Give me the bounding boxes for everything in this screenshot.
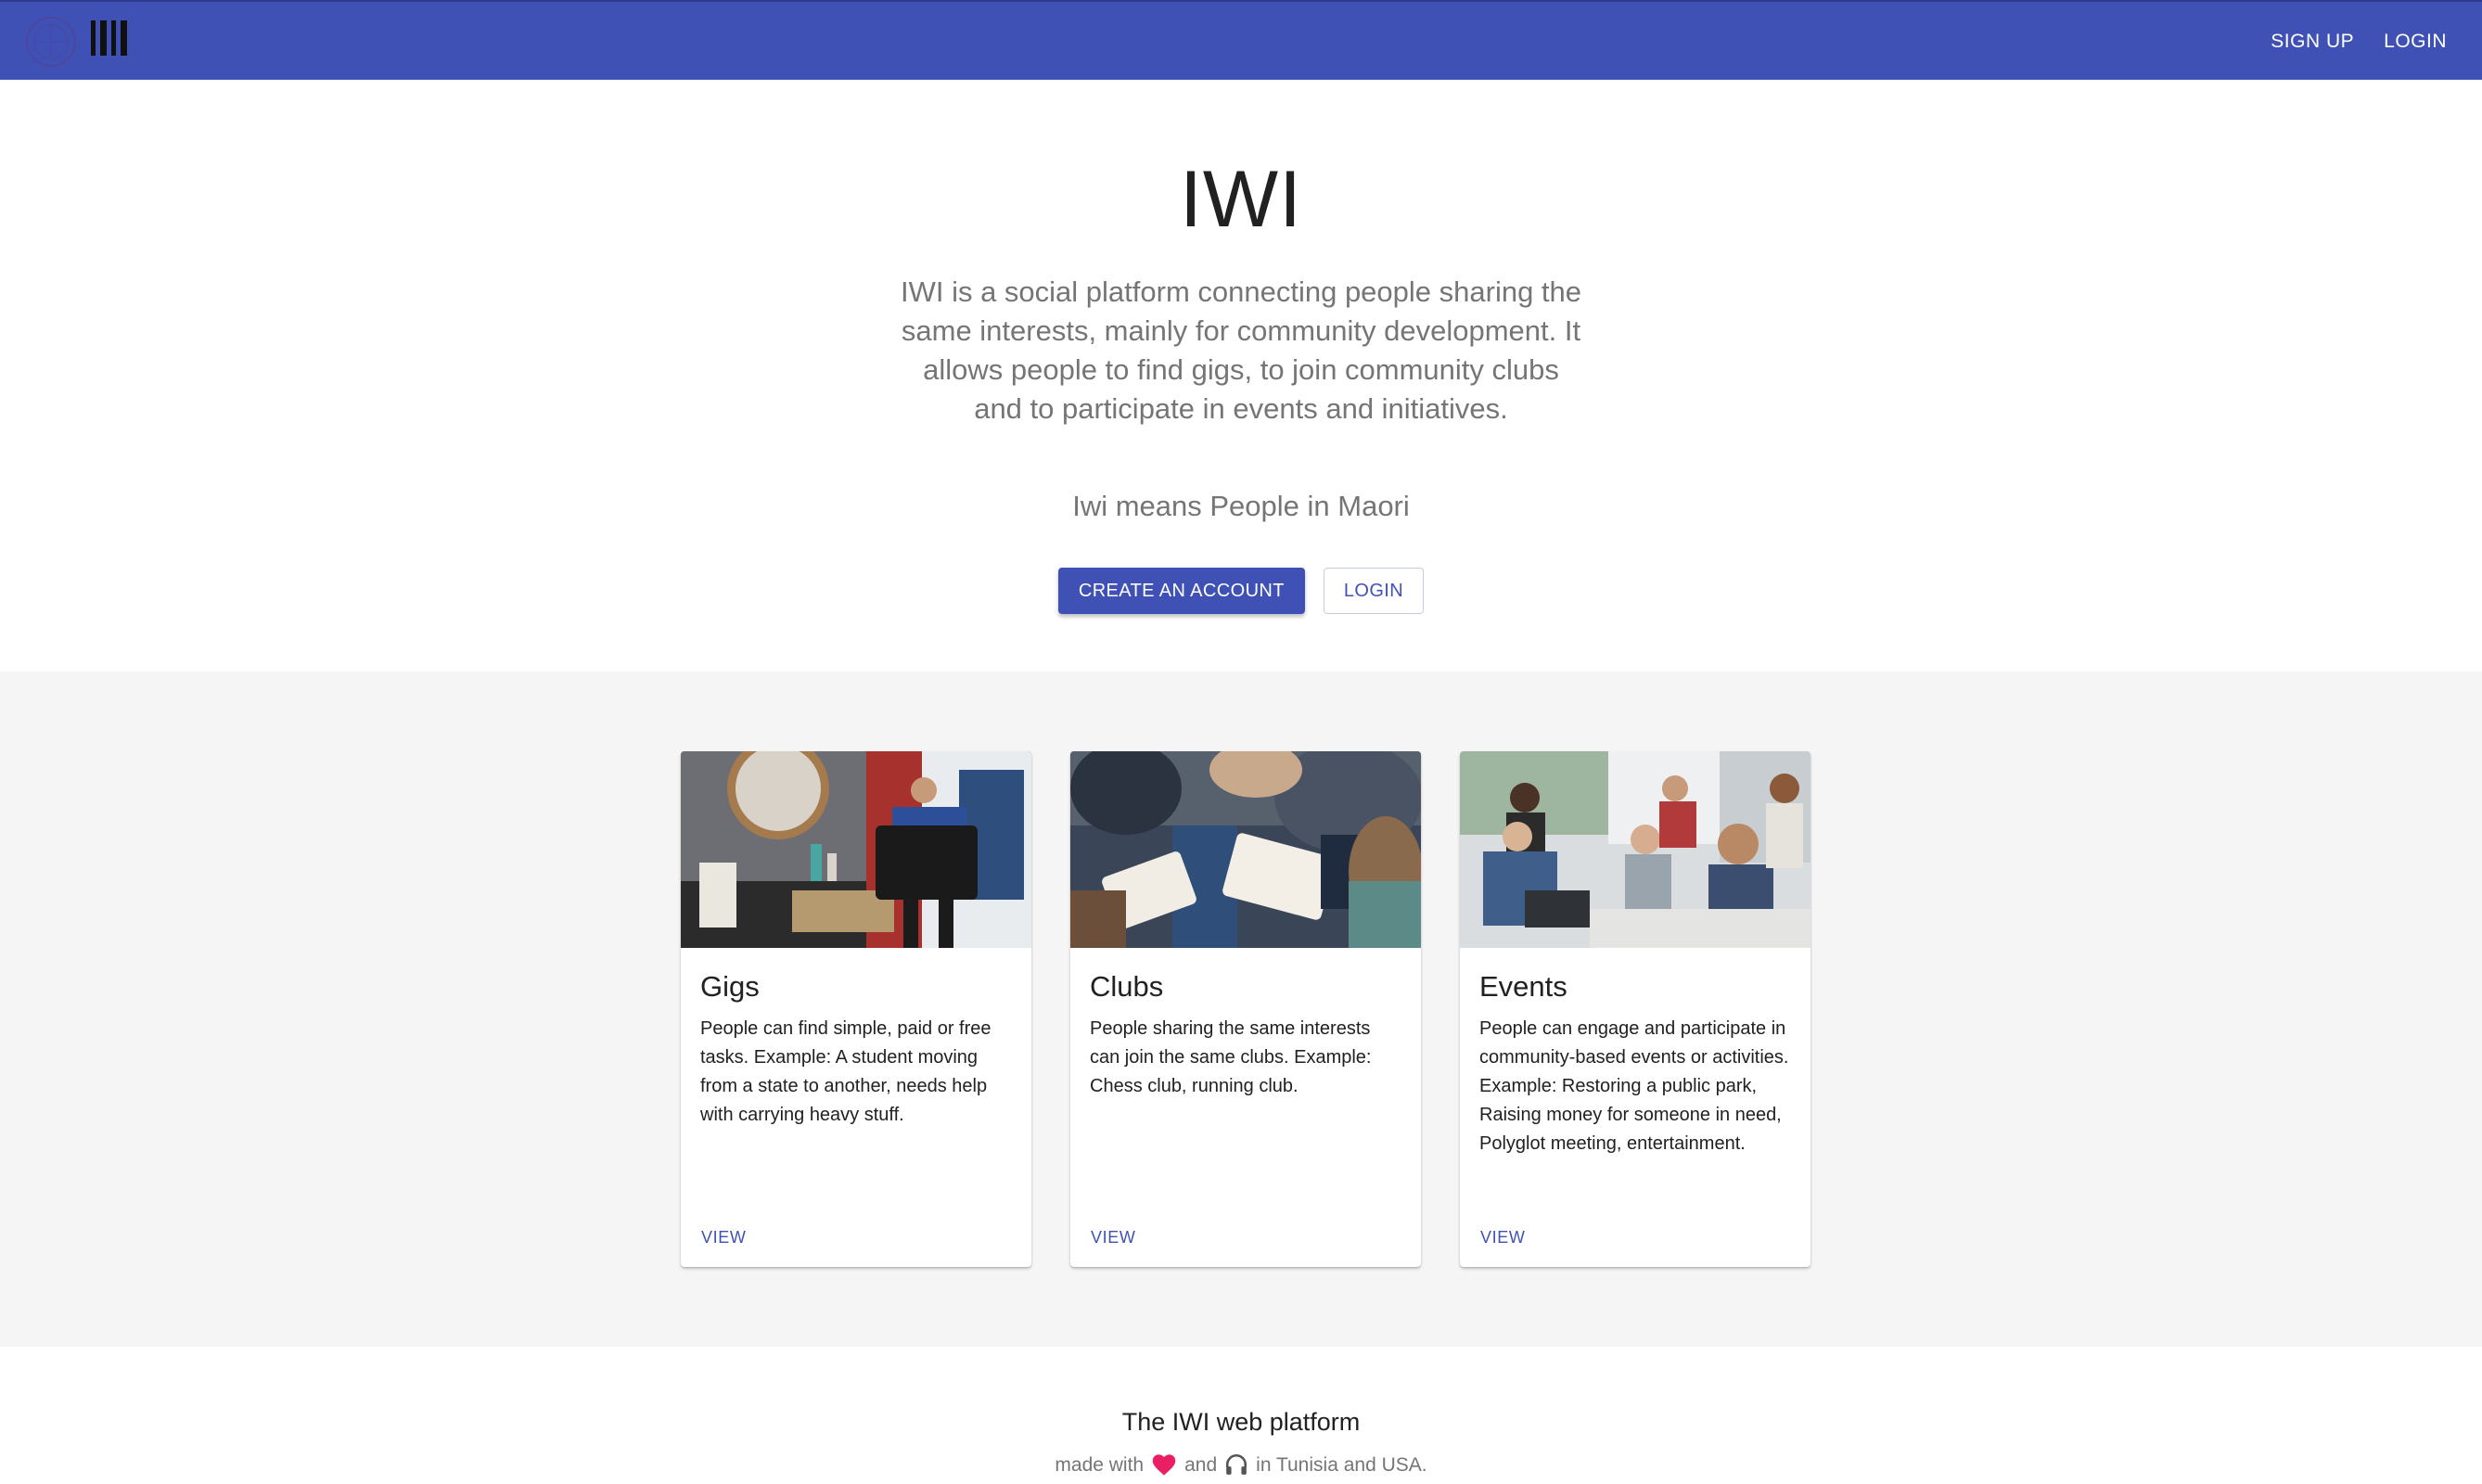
headphones-icon: [1224, 1452, 1248, 1477]
footer-credits: made with and in Tunisia and USA.: [0, 1452, 2482, 1477]
login-nav-button[interactable]: LOGIN: [2373, 21, 2458, 62]
features-section: Gigs People can find simple, paid or fre…: [0, 672, 2482, 1347]
and-text: and: [1184, 1454, 1218, 1476]
hero-section: IWI IWI is a social platform connecting …: [0, 80, 2482, 672]
gigs-view-button[interactable]: VIEW: [690, 1224, 757, 1251]
person-carrying-crate-photo: [681, 751, 1031, 948]
page-title: IWI: [1180, 155, 1302, 244]
hero-actions: CREATE AN ACCOUNT LOGIN: [0, 568, 2482, 614]
events-view-button[interactable]: VIEW: [1469, 1224, 1536, 1251]
create-account-button[interactable]: CREATE AN ACCOUNT: [1057, 568, 1305, 614]
hero-subtitle: Iwi means People in Maori: [1072, 490, 1410, 522]
footer-title: The IWI web platform: [1121, 1408, 1361, 1436]
group-reading-books-photo: [1070, 751, 1421, 948]
card-title: Gigs: [700, 970, 760, 1003]
top-nav: SIGN UP LOGIN: [2259, 2, 2458, 82]
card-title: Clubs: [1090, 970, 1164, 1003]
made-with-text: made with: [1055, 1454, 1145, 1476]
signup-button[interactable]: SIGN UP: [2259, 21, 2365, 62]
card-text: People can find simple, paid or free tas…: [700, 1018, 992, 1125]
heart-icon: [1151, 1452, 1177, 1477]
iwi-bars-wordmark-icon[interactable]: [91, 20, 127, 56]
card-text: People can engage and participate in com…: [1479, 1018, 1789, 1154]
iwi-circle-logo-icon[interactable]: [24, 15, 78, 69]
location-text: in Tunisia and USA.: [1256, 1454, 1427, 1476]
card-title: Events: [1479, 970, 1567, 1003]
card-text: People sharing the same interests can jo…: [1090, 1018, 1372, 1096]
gigs-card: Gigs People can find simple, paid or fre…: [681, 751, 1031, 1267]
footer: The IWI web platform made with and in Tu…: [0, 1347, 2482, 1484]
events-card: Events People can engage and participate…: [1460, 751, 1810, 1267]
clubs-card: Clubs People sharing the same interests …: [1070, 751, 1421, 1267]
hero-description: IWI is a social platform connecting peop…: [900, 275, 1582, 425]
login-button[interactable]: LOGIN: [1323, 568, 1425, 614]
clubs-view-button[interactable]: VIEW: [1080, 1224, 1146, 1251]
app-bar: SIGN UP LOGIN: [0, 0, 2482, 80]
office-meeting-photo: [1460, 751, 1810, 948]
